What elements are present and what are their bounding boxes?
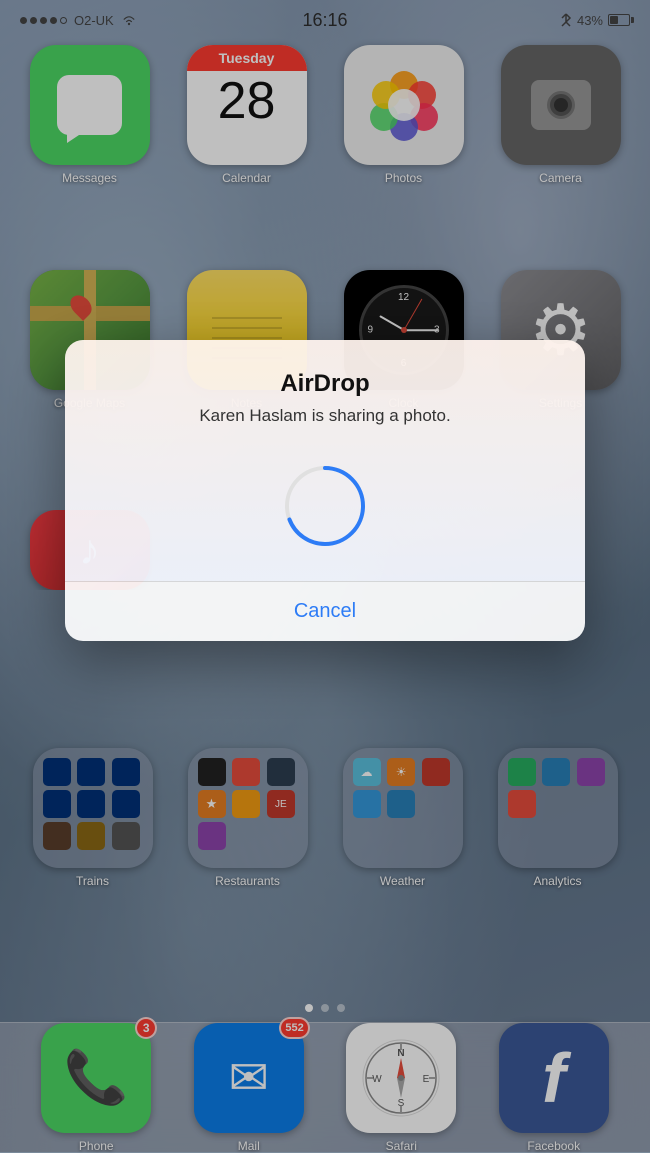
modal-subtitle: Karen Haslam is sharing a photo.	[95, 406, 555, 426]
modal-title: AirDrop	[95, 370, 555, 398]
spinner-svg	[280, 461, 370, 551]
cancel-button[interactable]: Cancel	[65, 582, 585, 641]
modal-spinner-container	[95, 451, 555, 581]
modal-content: AirDrop Karen Haslam is sharing a photo.	[65, 340, 585, 581]
airdrop-spinner	[280, 461, 370, 551]
modal-backdrop: AirDrop Karen Haslam is sharing a photo.…	[0, 0, 650, 1152]
airdrop-modal: AirDrop Karen Haslam is sharing a photo.…	[65, 340, 585, 641]
